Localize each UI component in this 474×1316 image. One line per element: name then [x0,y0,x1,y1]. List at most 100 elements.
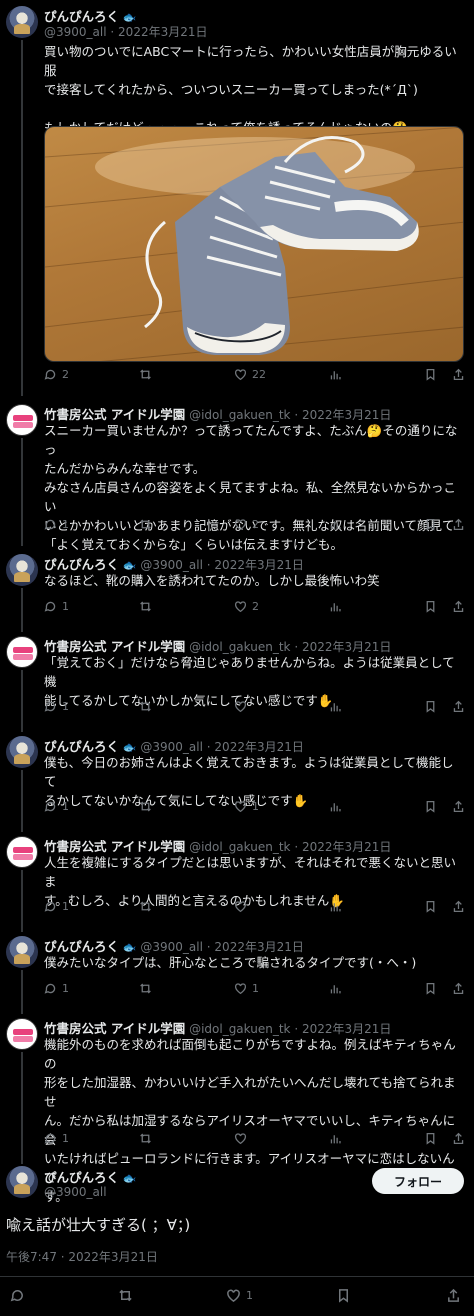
reply-button[interactable]: 1 [44,900,69,913]
tweet-date[interactable]: 2022年3月21日 [302,1022,391,1036]
tweet[interactable]: ぴんぴんろく 🐟 @3900_all · 2022年3月21日 なるほど、靴の購… [0,554,474,624]
share-button[interactable] [452,900,465,913]
share-button[interactable] [452,600,465,613]
display-name[interactable]: ぴんぴんろく [44,9,119,24]
tweet-photo[interactable] [44,126,464,362]
tweet[interactable]: ぴんぴんろく 🐟 @3900_all · 2022年3月21日 僕みたいなタイプ… [0,936,474,1006]
share-button[interactable] [452,518,465,531]
retweet-button[interactable] [139,368,152,381]
retweet-button[interactable] [139,800,152,813]
avatar[interactable] [6,936,38,968]
bookmark-button[interactable] [424,982,437,995]
bookmark-button[interactable] [424,800,437,813]
tweet[interactable]: 竹書房公式 アイドル学園 @idol_gakuen_tk · 2022年3月21… [0,1018,474,1204]
views-button[interactable] [329,982,342,995]
handle[interactable]: @idol_gakuen_tk [189,1022,290,1036]
display-name[interactable]: 竹書房公式 アイドル学園 [44,1021,185,1036]
views-button[interactable] [329,900,342,913]
display-name[interactable]: ぴんぴんろく [44,557,119,572]
like-button[interactable]: 2 [234,518,259,531]
like-button[interactable]: 22 [234,368,266,381]
avatar[interactable] [6,636,38,668]
tweet[interactable]: 竹書房公式 アイドル学園 @idol_gakuen_tk · 2022年3月21… [0,636,474,726]
reply-button[interactable]: 1 [44,518,69,531]
display-name[interactable]: 竹書房公式 アイドル学園 [44,839,185,854]
views-button[interactable] [329,700,342,713]
handle[interactable]: @idol_gakuen_tk [189,408,290,422]
handle[interactable]: @idol_gakuen_tk [189,840,290,854]
bookmark-button[interactable] [424,368,437,381]
like-button[interactable] [234,1132,252,1145]
bookmark-button[interactable] [424,900,437,913]
like-count: 1 [246,1289,253,1302]
like-button[interactable] [234,700,252,713]
display-name[interactable]: ぴんぴんろく [44,739,119,754]
views-button[interactable] [329,518,342,531]
views-button[interactable] [329,368,342,381]
handle[interactable]: @3900_all [140,940,203,954]
tweet-date[interactable]: 2022年3月21日 [302,408,391,422]
share-button[interactable] [452,982,465,995]
display-name[interactable]: 竹書房公式 アイドル学園 [44,407,185,422]
bookmark-button[interactable] [424,1132,437,1145]
tweet-date[interactable]: 2022年3月21日 [302,640,391,654]
avatar[interactable] [6,836,38,868]
reply-button[interactable] [10,1288,25,1303]
retweet-button[interactable] [139,518,152,531]
display-name[interactable]: ぴんぴんろく [44,939,119,954]
share-button[interactable] [446,1288,461,1303]
handle[interactable]: @idol_gakuen_tk [189,640,290,654]
like-button[interactable]: 1 [234,982,259,995]
tweet[interactable]: ぴんぴんろく 🐟 @3900_all · 2022年3月21日 買い物のついでに… [0,6,474,396]
views-button[interactable] [329,1132,342,1145]
follow-button[interactable]: フォロー [372,1168,464,1194]
retweet-button[interactable] [139,982,152,995]
avatar[interactable] [6,736,38,768]
retweet-button[interactable] [139,700,152,713]
tweet-date[interactable]: 2022年3月21日 [214,558,303,572]
like-button[interactable]: 1 [234,800,259,813]
tweet[interactable]: ぴんぴんろく 🐟 @3900_all · 2022年3月21日 僕も、今日のお姉… [0,736,474,826]
reply-button[interactable]: 1 [44,800,69,813]
share-button[interactable] [452,1132,465,1145]
handle[interactable]: @3900_all [44,1185,107,1199]
share-button[interactable] [452,800,465,813]
retweet-button[interactable] [118,1288,133,1303]
handle[interactable]: @3900_all [140,558,203,572]
avatar[interactable] [6,404,38,436]
main-tweet-timestamp[interactable]: 午後7:47 · 2022年3月21日 [6,1248,158,1265]
reply-button[interactable]: 1 [44,700,69,713]
reply-button[interactable]: 2 [44,368,69,381]
bookmark-button[interactable] [424,518,437,531]
reply-button[interactable]: 1 [44,600,69,613]
display-name[interactable]: ぴんぴんろく [44,1170,119,1185]
retweet-button[interactable] [139,1132,152,1145]
display-name[interactable]: 竹書房公式 アイドル学園 [44,639,185,654]
share-button[interactable] [452,368,465,381]
retweet-button[interactable] [139,900,152,913]
tweet-date[interactable]: 2022年3月21日 [118,25,207,39]
share-button[interactable] [452,700,465,713]
handle[interactable]: @3900_all [44,25,107,39]
handle[interactable]: @3900_all [140,740,203,754]
views-button[interactable] [329,600,342,613]
avatar[interactable] [6,554,38,586]
like-button[interactable]: 1 [226,1288,253,1303]
avatar[interactable] [6,1018,38,1050]
like-button[interactable]: 2 [234,600,259,613]
tweet[interactable]: 竹書房公式 アイドル学園 @idol_gakuen_tk · 2022年3月21… [0,404,474,552]
like-button[interactable] [234,900,252,913]
tweet-date[interactable]: 2022年3月21日 [214,740,303,754]
tweet-date[interactable]: 2022年3月21日 [302,840,391,854]
views-button[interactable] [329,800,342,813]
bookmark-button[interactable] [424,600,437,613]
tweet[interactable]: 竹書房公式 アイドル学園 @idol_gakuen_tk · 2022年3月21… [0,836,474,926]
bookmark-button[interactable] [336,1288,351,1303]
reply-button[interactable]: 1 [44,1132,69,1145]
avatar[interactable] [6,1166,38,1198]
retweet-button[interactable] [139,600,152,613]
avatar[interactable] [6,6,38,38]
reply-button[interactable]: 1 [44,982,69,995]
bookmark-button[interactable] [424,700,437,713]
tweet-date[interactable]: 2022年3月21日 [214,940,303,954]
